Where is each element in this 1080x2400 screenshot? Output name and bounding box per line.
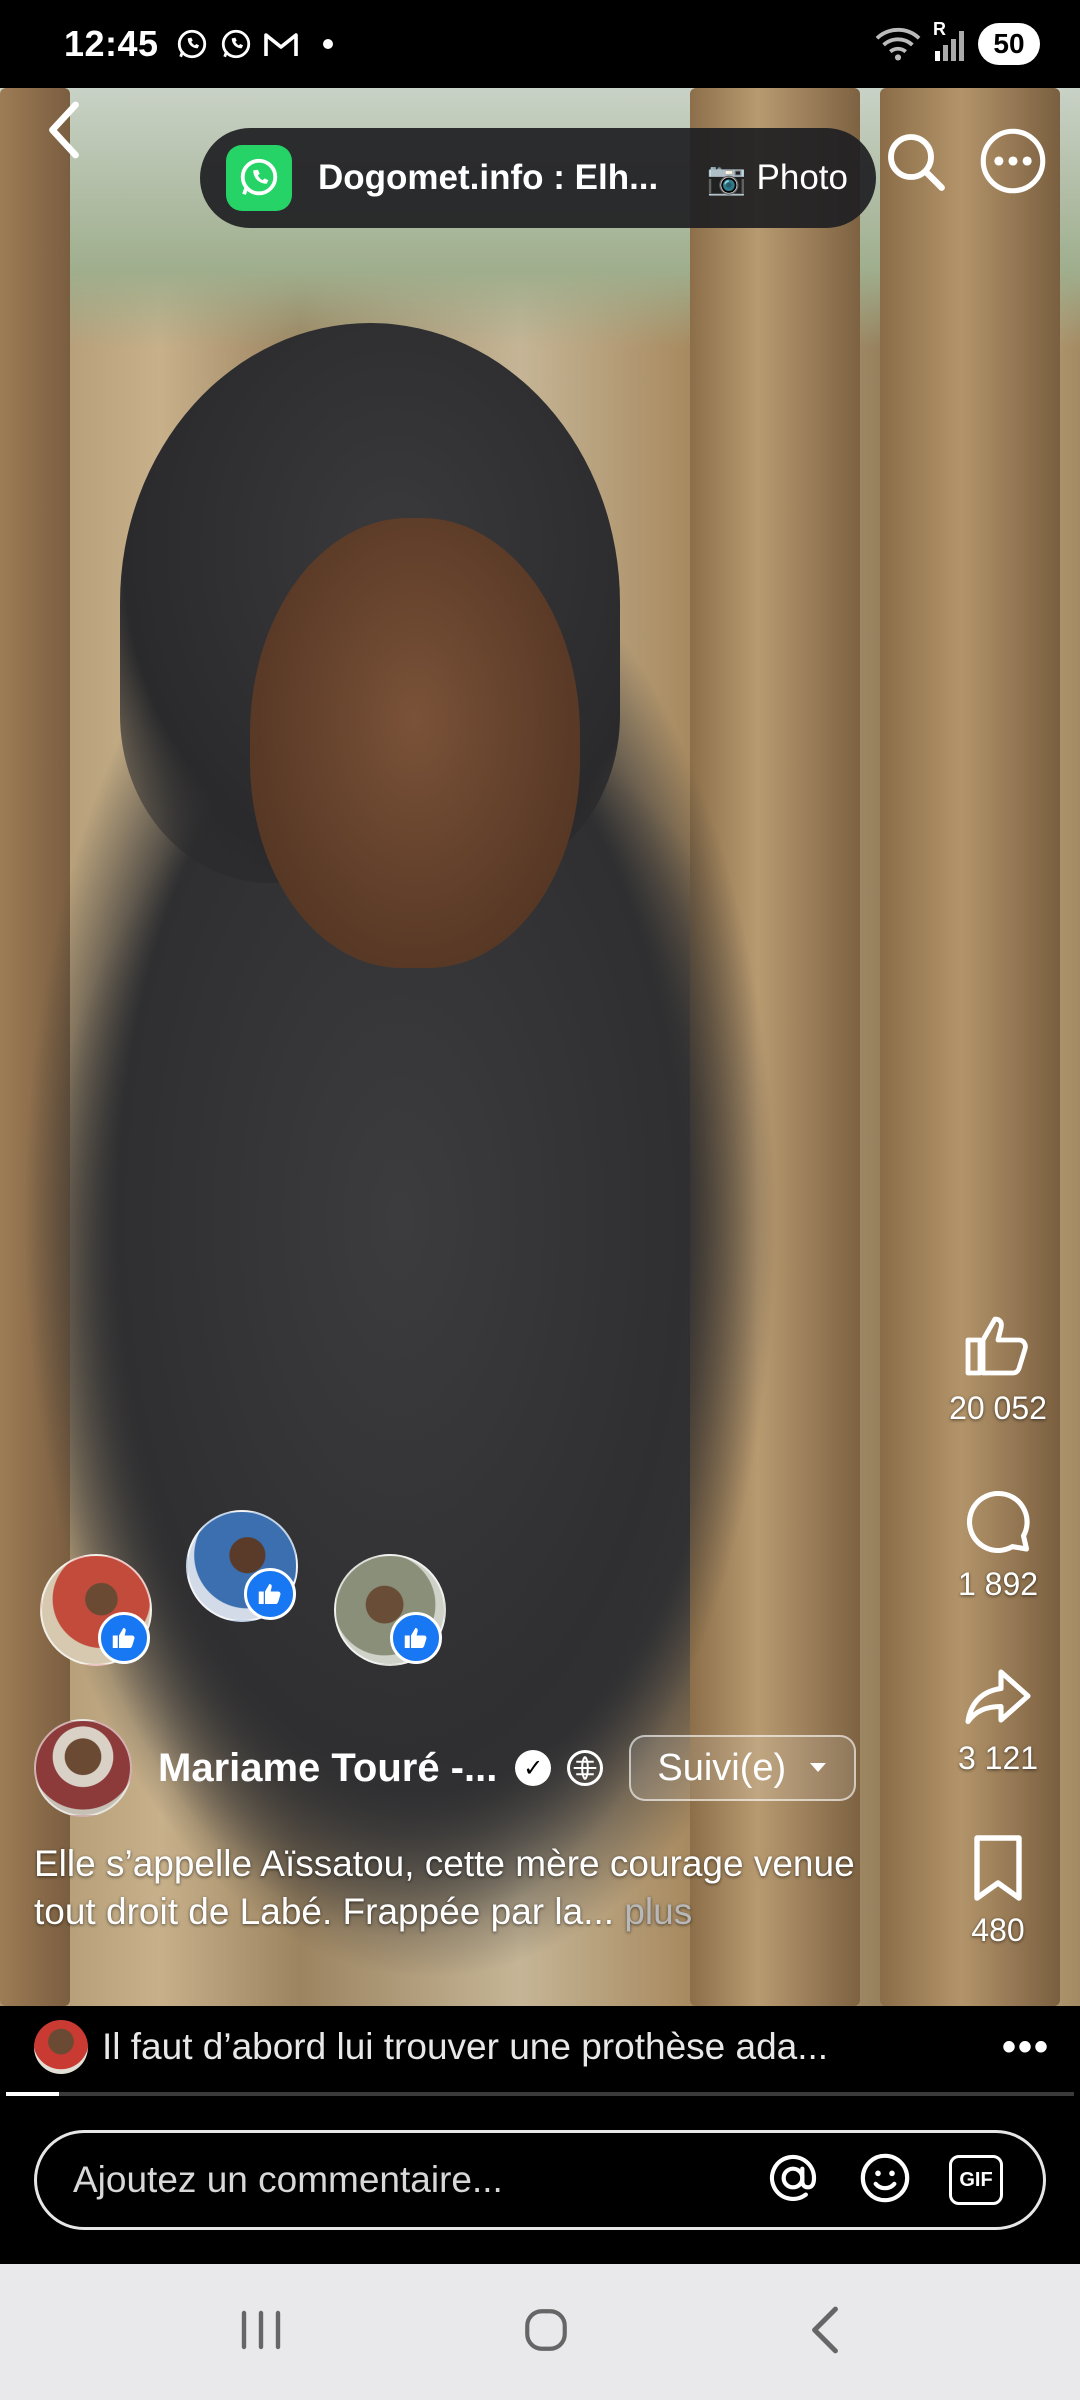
gif-button[interactable]: GIF: [949, 2155, 1003, 2205]
follow-button[interactable]: Suivi(e): [629, 1735, 857, 1801]
comment-input[interactable]: Ajoutez un commentaire... GIF: [34, 2130, 1046, 2230]
at-sign-icon: [769, 2154, 817, 2201]
notification-icons: [175, 27, 333, 61]
share-count: 3 121: [957, 1740, 1039, 1776]
more-horizontal-icon: [980, 128, 1046, 194]
like-badge-icon: [244, 1568, 296, 1620]
comment-action[interactable]: 1 892: [928, 1486, 1068, 1603]
whatsapp-icon: [177, 29, 206, 59]
caption-more-link[interactable]: plus: [624, 1891, 692, 1932]
verified-badge-icon: ✓: [515, 1750, 552, 1786]
like-count: 20 052: [949, 1390, 1047, 1426]
comment-count: 1 892: [957, 1566, 1039, 1602]
camera-icon: 📷: [706, 160, 747, 196]
gmail-icon: [263, 33, 298, 56]
save-count: 480: [971, 1912, 1025, 1948]
top-comment-preview[interactable]: Il faut d’abord lui trouver une prothèse…: [0, 2006, 1080, 2088]
system-navigation-bar: [0, 2264, 1080, 2400]
comment-more-button[interactable]: •••: [1002, 2025, 1050, 2070]
back-nav-button[interactable]: [808, 2305, 842, 2360]
save-action[interactable]: 480: [928, 1832, 1068, 1949]
gif-label: GIF: [959, 2168, 993, 2191]
smiley-icon: [860, 2153, 910, 2202]
follow-button-label: Suivi(e): [657, 1746, 787, 1789]
home-button[interactable]: [521, 2305, 571, 2360]
share-action[interactable]: 3 121: [928, 1660, 1068, 1777]
signal-icon: R: [933, 19, 964, 61]
whatsapp-logo-icon: [226, 145, 292, 211]
comment-icon: [966, 1490, 1030, 1553]
thumbs-up-icon: [965, 1316, 1028, 1376]
caption-text: Elle s’appelle Aïssatou, cette mère cour…: [34, 1843, 855, 1932]
top-comment-text: Il faut d’abord lui trouver une prothèse…: [102, 2026, 829, 2067]
comment-input-placeholder: Ajoutez un commentaire...: [73, 2159, 503, 2200]
back-chevron-icon: [811, 2306, 838, 2353]
author-avatar[interactable]: [34, 1719, 132, 1817]
post-caption[interactable]: Elle s’appelle Aïssatou, cette mère cour…: [34, 1840, 904, 1936]
recent-apps-button[interactable]: [238, 2309, 284, 2356]
status-bar: 12:45 R 50: [0, 0, 1080, 88]
status-time: 12:45: [64, 23, 159, 64]
mention-button[interactable]: [765, 2150, 821, 2211]
emoji-button[interactable]: [857, 2150, 913, 2211]
post-author-row: Mariame Touré -... ✓ Suivi(e): [34, 1718, 884, 1818]
chat-title: Dogomet.info : Elh...: [318, 158, 659, 197]
signal-roaming-label: R: [933, 19, 946, 39]
globe-public-icon: [567, 1750, 604, 1786]
whatsapp-business-icon: [221, 29, 250, 59]
author-name[interactable]: Mariame Touré -...: [158, 1746, 497, 1791]
search-icon: [888, 134, 945, 191]
bookmark-icon: [974, 1835, 1022, 1901]
more-options-button[interactable]: [978, 126, 1048, 196]
commenter-avatar: [34, 2020, 88, 2074]
battery-indicator: 50: [978, 23, 1040, 65]
caret-down-icon: [810, 1763, 827, 1772]
like-action[interactable]: 20 052: [928, 1310, 1068, 1427]
chat-message-type: 📷 Photo: [707, 158, 848, 198]
more-notifications-dot: [322, 39, 333, 49]
comment-bar: Ajoutez un commentaire... GIF: [0, 2096, 1080, 2264]
wifi-icon: [875, 28, 921, 61]
like-badge-icon: [98, 1612, 150, 1664]
recent-apps-icon: [242, 2310, 281, 2349]
like-badge-icon: [390, 1612, 442, 1664]
back-button[interactable]: [34, 100, 94, 160]
whatsapp-chat-bubble[interactable]: Dogomet.info : Elh... 📷 Photo: [200, 128, 876, 228]
chevron-left-icon: [49, 101, 79, 159]
search-button[interactable]: [880, 126, 950, 196]
home-circle-icon: [525, 2308, 567, 2351]
chat-message-type-label: Photo: [756, 158, 848, 197]
share-arrow-icon: [965, 1669, 1031, 1725]
